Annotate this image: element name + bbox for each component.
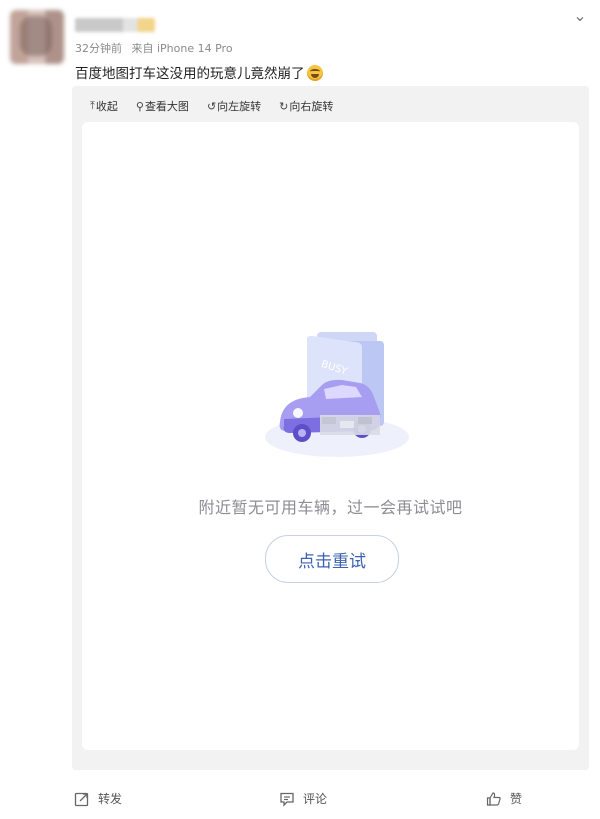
comment-icon <box>280 792 294 807</box>
comment-label: 评论 <box>303 792 328 806</box>
post-text: 百度地图打车这没用的玩意儿竟然崩了 <box>75 66 305 82</box>
repost-button[interactable]: 转发 <box>74 790 122 807</box>
thumbs-up-icon <box>486 791 501 806</box>
chevron-down-icon[interactable]: ⌄ <box>570 6 590 25</box>
rotate-left-label: 向左旋转 <box>217 100 262 113</box>
view-large-label: 查看大图 <box>144 100 189 113</box>
post-meta: 32分钟前 来自 iPhone 14 Pro <box>75 40 233 56</box>
rotate-right-button[interactable]: ↻ 向右旋转 <box>279 98 333 114</box>
rotate-right-icon: ↻ <box>279 99 289 113</box>
post-source: 来自 iPhone 14 Pro <box>131 42 233 55</box>
magnifier-icon: ⚲ <box>135 99 144 113</box>
collapse-button[interactable]: ⤒ 收起 <box>90 98 118 114</box>
comment-button[interactable]: 评论 <box>279 790 327 807</box>
busy-car-illustration: BUSY <box>265 332 409 457</box>
post-image[interactable]: BUSY 附近暂无可用车辆，过一会再试试吧 点击重试 <box>82 122 579 750</box>
repost-label: 转发 <box>98 792 123 806</box>
rotate-left-button[interactable]: ↺ 向左旋转 <box>207 98 261 114</box>
post-body: 百度地图打车这没用的玩意儿竟然崩了 <box>75 62 323 82</box>
empty-state-message: 附近暂无可用车辆，过一会再试试吧 <box>198 498 463 517</box>
grinning-sweat-emoji-icon <box>306 65 323 81</box>
like-label: 赞 <box>510 792 523 806</box>
collapse-up-icon: ⤒ <box>90 99 95 112</box>
view-large-button[interactable]: ⚲ 查看大图 <box>136 98 189 114</box>
image-toolbar: ⤒ 收起 ⚲ 查看大图 ↺ 向左旋转 ↻ 向右旋转 <box>90 96 351 116</box>
repost-icon <box>74 792 89 806</box>
post-actions: 转发 评论 赞 <box>0 784 600 814</box>
username-redacted[interactable] <box>75 18 155 32</box>
user-avatar[interactable] <box>10 10 64 64</box>
rotate-left-icon: ↺ <box>206 99 217 113</box>
retry-button[interactable]: 点击重试 <box>265 535 399 583</box>
media-panel: ⤒ 收起 ⚲ 查看大图 ↺ 向左旋转 ↻ 向右旋转 BUSY 附近暂无可用车辆，… <box>72 86 589 770</box>
rotate-right-label: 向右旋转 <box>289 100 334 113</box>
like-button[interactable]: 赞 <box>486 790 522 807</box>
collapse-label: 收起 <box>95 100 118 113</box>
post-time[interactable]: 32分钟前 <box>75 42 122 55</box>
